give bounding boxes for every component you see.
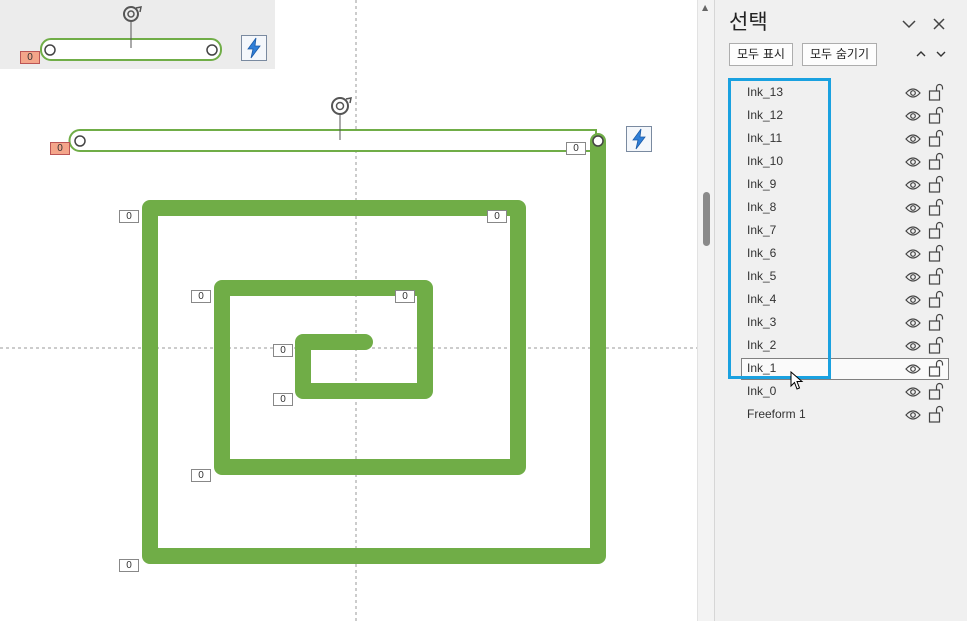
selection-item-label[interactable]: Ink_1	[747, 361, 776, 375]
eye-icon[interactable]	[905, 385, 921, 399]
unlock-icon[interactable]	[928, 336, 944, 354]
slide-canvas[interactable]: 0 0 0 0 0 0 0 0 0 0 0	[0, 0, 697, 621]
selection-item-label[interactable]: Ink_12	[747, 108, 783, 122]
selection-item[interactable]: Freeform 1	[741, 404, 963, 427]
selection-item[interactable]: Ink_2	[741, 335, 963, 358]
inset-lightning-icon[interactable]	[241, 35, 267, 61]
triangle-down-icon[interactable]	[933, 46, 949, 62]
selection-list: Ink_13 Ink_12 Ink_11 Ink_10 Ink_9 Ink_8 Ink_7 I…	[741, 82, 963, 427]
selection-item-label[interactable]: Ink_4	[747, 292, 776, 306]
selection-item-label[interactable]: Ink_10	[747, 154, 783, 168]
eye-icon[interactable]	[905, 224, 921, 238]
selection-item[interactable]: Ink_9	[741, 174, 963, 197]
unlock-icon[interactable]	[928, 221, 944, 239]
selection-item[interactable]: Ink_7	[741, 220, 963, 243]
show-all-button[interactable]: 모두 표시	[729, 43, 793, 66]
unlock-icon[interactable]	[928, 290, 944, 308]
eye-icon[interactable]	[905, 109, 921, 123]
vertex-badge: 0	[273, 393, 293, 406]
selected-shape-outline[interactable]	[68, 129, 597, 152]
unlock-icon[interactable]	[928, 359, 944, 377]
right-order-badge: 0	[566, 142, 586, 155]
vertex-badge: 0	[191, 290, 211, 303]
selection-item[interactable]: Ink_3	[741, 312, 963, 335]
shape-handle-right[interactable]	[592, 135, 604, 147]
selection-item[interactable]: Ink_12	[741, 105, 963, 128]
vertex-badge: 0	[395, 290, 415, 303]
unlock-icon[interactable]	[928, 175, 944, 193]
unlock-icon[interactable]	[928, 405, 944, 423]
eye-icon[interactable]	[905, 247, 921, 261]
close-icon[interactable]	[929, 14, 949, 34]
selection-item[interactable]: Ink_13	[741, 82, 963, 105]
shape-handle-left[interactable]	[74, 135, 86, 147]
eye-icon[interactable]	[905, 316, 921, 330]
unlock-icon[interactable]	[928, 129, 944, 147]
eye-icon[interactable]	[905, 201, 921, 215]
selection-item-label[interactable]: Ink_5	[747, 269, 776, 283]
eye-icon[interactable]	[905, 339, 921, 353]
eye-icon[interactable]	[905, 86, 921, 100]
inset-rotate-handle-icon[interactable]	[123, 6, 142, 22]
rotate-handle-icon[interactable]	[331, 97, 352, 115]
selection-item-label[interactable]: Ink_0	[747, 384, 776, 398]
vertex-badge: 0	[119, 559, 139, 572]
eye-icon[interactable]	[905, 293, 921, 307]
vertex-badge: 0	[487, 210, 507, 223]
unlock-icon[interactable]	[928, 244, 944, 262]
eye-icon[interactable]	[905, 132, 921, 146]
scroll-up-icon[interactable]: ▲	[702, 3, 708, 12]
vertex-badge: 0	[191, 469, 211, 482]
selection-item-label[interactable]: Ink_13	[747, 85, 783, 99]
selection-item[interactable]: Ink_4	[741, 289, 963, 312]
selection-item-label[interactable]: Ink_8	[747, 200, 776, 214]
unlock-icon[interactable]	[928, 83, 944, 101]
selection-item[interactable]: Ink_1	[741, 358, 963, 381]
inset-handle-right[interactable]	[206, 44, 218, 56]
selection-item-label[interactable]: Ink_3	[747, 315, 776, 329]
selection-item[interactable]: Ink_6	[741, 243, 963, 266]
triangle-up-icon[interactable]	[913, 46, 929, 62]
left-order-badge: 0	[50, 142, 70, 155]
unlock-icon[interactable]	[928, 313, 944, 331]
pane-title: 선택	[729, 10, 768, 34]
eye-icon[interactable]	[905, 178, 921, 192]
selection-item-label[interactable]: Ink_2	[747, 338, 776, 352]
eye-icon[interactable]	[905, 362, 921, 376]
unlock-icon[interactable]	[928, 267, 944, 285]
eye-icon[interactable]	[905, 155, 921, 169]
selection-item[interactable]: Ink_10	[741, 151, 963, 174]
inset-order-badge: 0	[20, 51, 40, 64]
selection-item-label[interactable]: Ink_9	[747, 177, 776, 191]
selection-item-label[interactable]: Ink_7	[747, 223, 776, 237]
unlock-icon[interactable]	[928, 152, 944, 170]
selection-item-label[interactable]: Ink_6	[747, 246, 776, 260]
selection-item[interactable]: Ink_8	[741, 197, 963, 220]
selection-pane: 선택 모두 표시 모두 숨기기 Ink_13 Ink_12 Ink_11 Ink_10…	[714, 0, 967, 621]
eye-icon[interactable]	[905, 408, 921, 422]
unlock-icon[interactable]	[928, 198, 944, 216]
chevron-down-icon[interactable]	[899, 14, 919, 34]
vertex-badge: 0	[273, 344, 293, 357]
selection-item[interactable]: Ink_11	[741, 128, 963, 151]
selection-item[interactable]: Ink_0	[741, 381, 963, 404]
hide-all-button[interactable]: 모두 숨기기	[802, 43, 878, 66]
unlock-icon[interactable]	[928, 106, 944, 124]
eye-icon[interactable]	[905, 270, 921, 284]
unlock-icon[interactable]	[928, 382, 944, 400]
vertical-scrollbar[interactable]: ▲	[697, 0, 714, 621]
cursor-icon	[790, 371, 804, 390]
selection-item-label[interactable]: Freeform 1	[747, 407, 806, 421]
selection-item[interactable]: Ink_5	[741, 266, 963, 289]
lightning-icon[interactable]	[626, 126, 652, 152]
scrollbar-thumb[interactable]	[703, 192, 710, 246]
vertex-badge: 0	[119, 210, 139, 223]
inset-handle-left[interactable]	[44, 44, 56, 56]
drawing-surface	[0, 0, 697, 621]
selection-item-label[interactable]: Ink_11	[747, 131, 782, 145]
